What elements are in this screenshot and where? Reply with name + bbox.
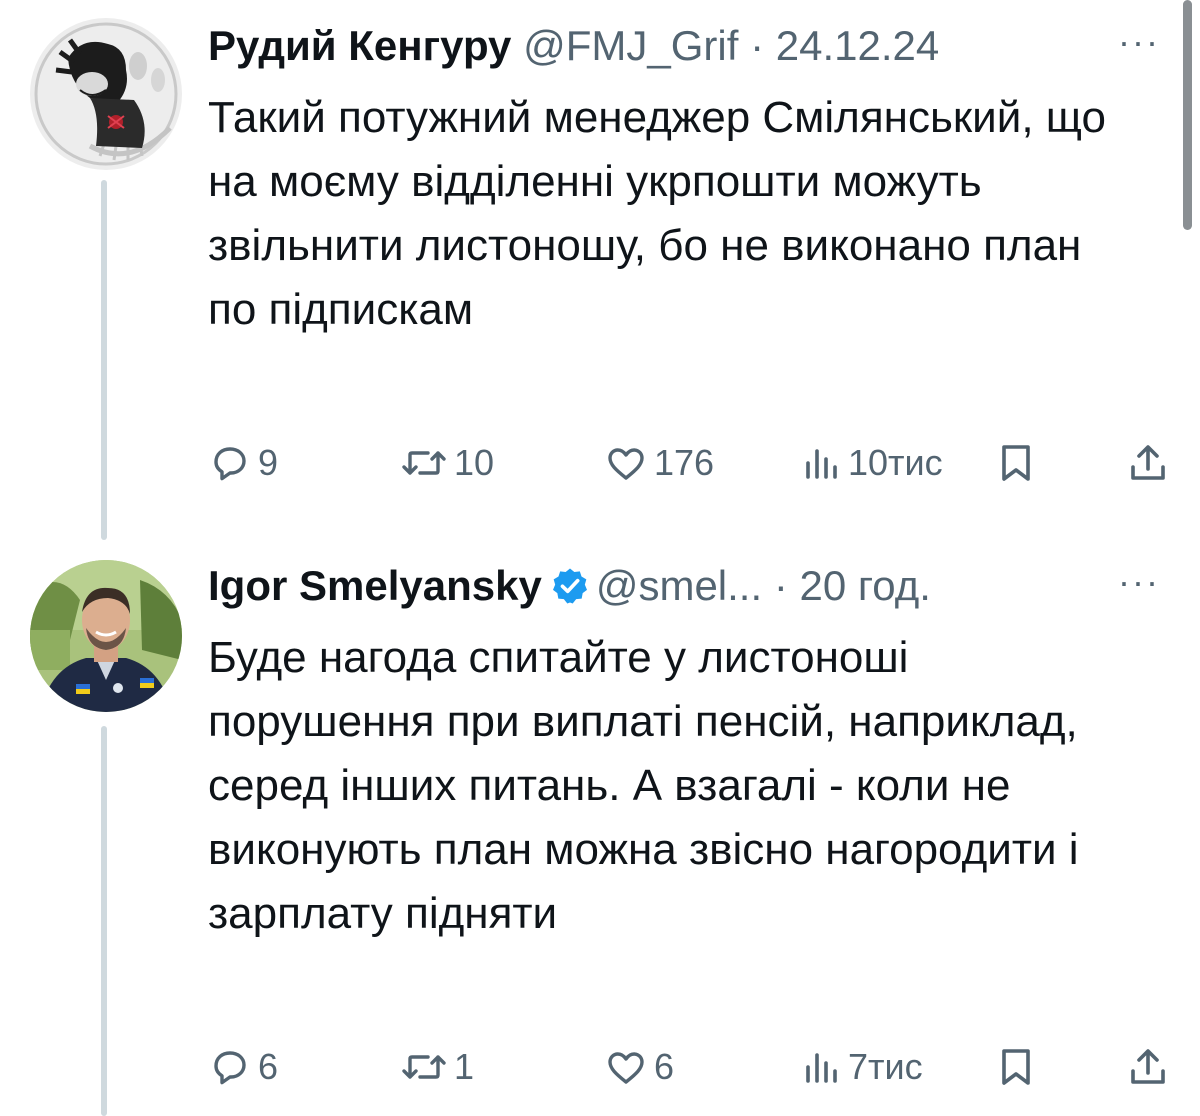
thread-line <box>101 180 107 540</box>
tweet-text: Буде нагода спитайте у листоноші порушен… <box>208 633 1079 938</box>
avatar[interactable] <box>30 18 182 170</box>
tweet-actions: 9 10 176 10тис <box>206 438 1176 488</box>
views-button[interactable]: 10тис <box>800 438 943 488</box>
author-handle[interactable]: @smel... <box>596 562 762 609</box>
reply-button[interactable]: 9 <box>206 438 278 488</box>
thread-line <box>101 726 107 1116</box>
retweet-icon <box>398 1043 450 1091</box>
share-button[interactable] <box>1124 1042 1172 1092</box>
author-name[interactable]: Igor Smelyansky <box>208 562 542 609</box>
more-icon[interactable]: ··· <box>1114 22 1164 62</box>
reply-count: 6 <box>258 1046 279 1087</box>
like-count: 176 <box>654 442 715 483</box>
retweet-button[interactable]: 10 <box>398 438 494 488</box>
bookmark-icon <box>996 1043 1036 1091</box>
share-button[interactable] <box>1124 438 1172 488</box>
tweet-text: Такий потужний менеджер Смілянський, що … <box>208 93 1106 334</box>
author-name[interactable]: Рудий Кенгуру <box>208 22 511 69</box>
like-count: 6 <box>654 1046 675 1087</box>
tweet[interactable]: Рудий Кенгуру @FMJ_Grif · 24.12.24 ··· Т… <box>0 0 1200 540</box>
retweet-icon <box>398 439 450 487</box>
retweet-count: 10 <box>454 442 495 483</box>
bookmark-icon <box>996 439 1036 487</box>
share-icon <box>1124 1043 1172 1091</box>
retweet-count: 1 <box>454 1046 475 1087</box>
reply-icon <box>206 439 254 487</box>
tweet-header: Рудий Кенгуру @FMJ_Grif · 24.12.24 <box>208 18 1108 74</box>
share-icon <box>1124 439 1172 487</box>
separator: · <box>750 22 765 69</box>
views-count: 7тис <box>848 1046 923 1087</box>
more-icon[interactable]: ··· <box>1114 562 1164 602</box>
separator: · <box>773 562 788 609</box>
bookmark-button[interactable] <box>996 438 1036 488</box>
like-button[interactable]: 6 <box>602 1042 674 1092</box>
views-count: 10тис <box>848 442 943 483</box>
tweet-header: Igor Smelyansky @smel... · 20 год. <box>208 558 1108 620</box>
views-icon <box>800 1043 844 1091</box>
views-button[interactable]: 7тис <box>800 1042 923 1092</box>
author-handle[interactable]: @FMJ_Grif <box>523 22 738 69</box>
like-icon <box>602 1043 650 1091</box>
retweet-button[interactable]: 1 <box>398 1042 474 1092</box>
bookmark-button[interactable] <box>996 1042 1036 1092</box>
tweet-time[interactable]: 24.12.24 <box>776 22 940 69</box>
scrollbar[interactable] <box>1183 0 1192 230</box>
reply-icon <box>206 1043 254 1091</box>
like-button[interactable]: 176 <box>602 438 714 488</box>
verified-badge-icon <box>550 564 590 620</box>
avatar[interactable] <box>30 560 182 712</box>
tweet-time[interactable]: 20 год. <box>800 562 931 609</box>
like-icon <box>602 439 650 487</box>
reply-button[interactable]: 6 <box>206 1042 278 1092</box>
views-icon <box>800 439 844 487</box>
reply-count: 9 <box>258 442 279 483</box>
tweet[interactable]: Igor Smelyansky @smel... · 20 год. ··· Бу… <box>0 540 1200 1116</box>
tweet-actions: 6 1 6 7тис <box>206 1042 1176 1092</box>
